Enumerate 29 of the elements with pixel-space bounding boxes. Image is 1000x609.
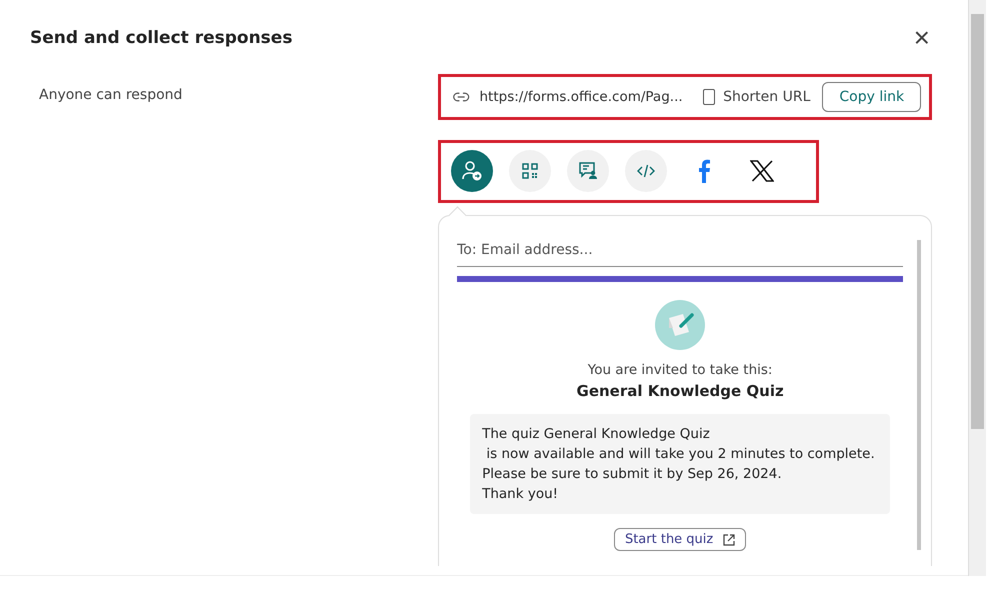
qr-code-icon: [522, 163, 538, 179]
note-pen-icon: [655, 300, 706, 350]
message-line: Thank you!: [482, 485, 560, 504]
page-scrollbar[interactable]: [968, 0, 986, 576]
invite-text: You are invited to take this:: [588, 362, 772, 378]
embed-message-share-button[interactable]: [567, 150, 610, 192]
facebook-logo-icon: [697, 159, 712, 183]
message-line: The quiz General Knowledge Quiz: [482, 425, 711, 444]
message-icon: [578, 162, 598, 180]
dialog-title: Send and collect responses: [30, 28, 292, 48]
person-icon: [461, 160, 484, 182]
copy-link-button[interactable]: Copy link: [822, 82, 922, 112]
scrollbar[interactable]: [917, 240, 922, 550]
checkbox-label: Shorten URL: [723, 89, 810, 105]
code-icon: [637, 164, 656, 178]
message-line: Please be sure to submit it by Sep 26, 2024.: [482, 465, 783, 484]
url-text: https://forms.office.com/Pag...: [480, 89, 683, 105]
x-logo-icon: [750, 160, 774, 182]
checkbox[interactable]: [702, 89, 716, 105]
message-line: is now available and will take you 2 minutes to complete.: [485, 445, 876, 464]
close-button[interactable]: ×: [906, 24, 938, 52]
quiz-title: General Knowledge Quiz: [576, 382, 784, 400]
external-link-icon: [723, 534, 736, 546]
code-share-button[interactable]: [625, 150, 668, 192]
start-quiz-button[interactable]: Start the quiz: [614, 528, 746, 551]
audience-label: Anyone can respond: [39, 87, 182, 103]
qr-share-button[interactable]: [509, 150, 552, 192]
email-share-button[interactable]: [451, 150, 494, 192]
link-icon: [453, 91, 470, 103]
